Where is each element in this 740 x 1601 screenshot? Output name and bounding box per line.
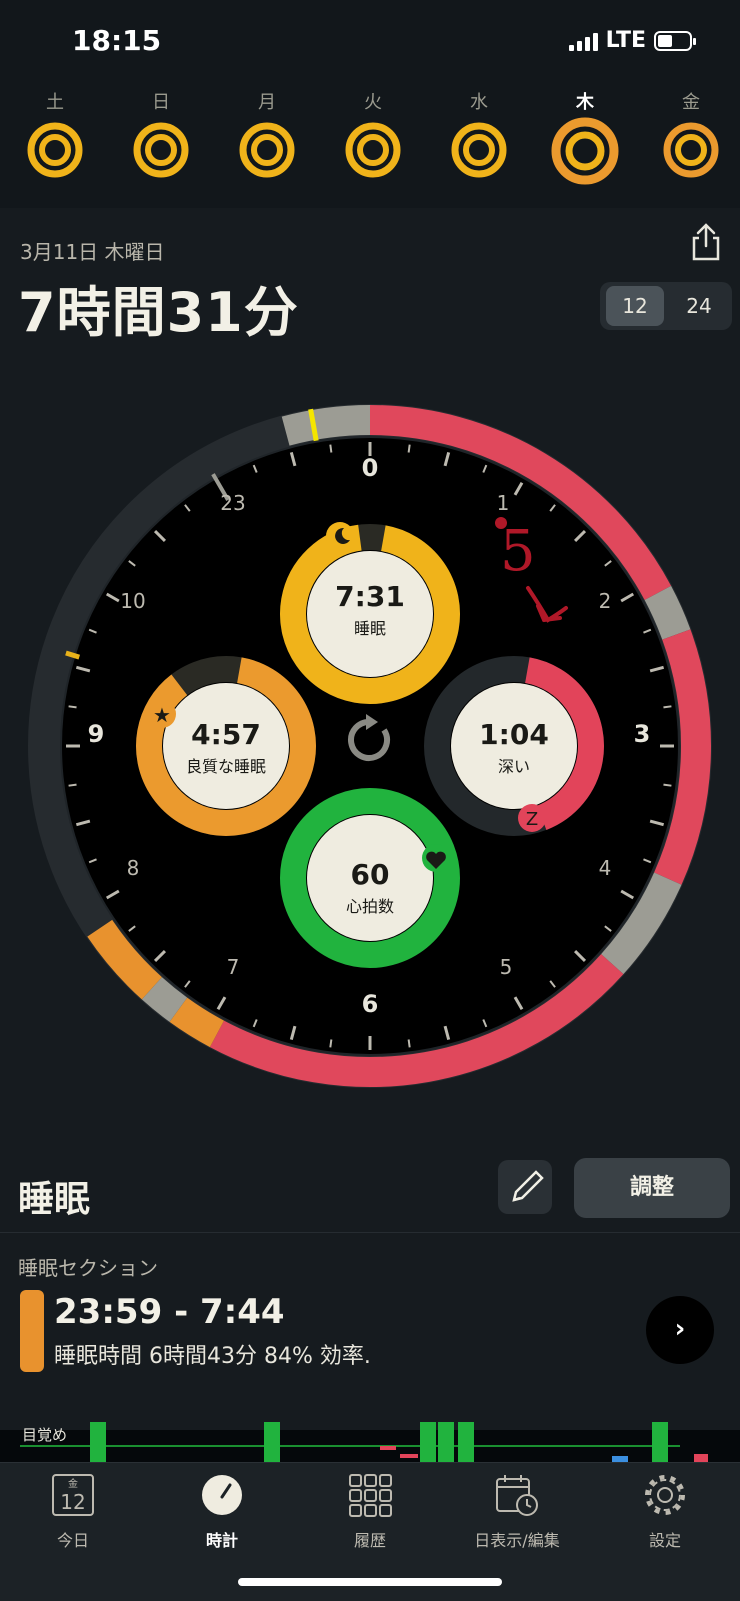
day-label: 火 bbox=[364, 92, 382, 113]
sleep-ring[interactable]: 7:31 睡眠 bbox=[310, 580, 430, 639]
day-label: 水 bbox=[470, 92, 488, 113]
heart-ring-label: 心拍数 bbox=[345, 897, 394, 916]
day-thu[interactable]: 木 bbox=[540, 90, 630, 188]
tab-label: 設定 bbox=[648, 1531, 681, 1550]
calendar-icon-weekday: 金 bbox=[68, 1477, 78, 1490]
tab-history[interactable]: 履歴 bbox=[305, 1473, 435, 1551]
hour-label: 8 bbox=[127, 856, 140, 880]
pencil-icon bbox=[512, 1170, 544, 1202]
tab-today[interactable]: 金 12 今日 bbox=[8, 1473, 138, 1551]
tab-label: 日表示/編集 bbox=[474, 1531, 560, 1550]
hour-label: 9 bbox=[88, 720, 105, 748]
heart-ring-value: 60 bbox=[350, 858, 390, 891]
hypnogram bbox=[20, 1422, 708, 1462]
day-label: 土 bbox=[46, 92, 64, 113]
grid-icon bbox=[349, 1474, 392, 1517]
battery-icon bbox=[654, 30, 696, 51]
day-fri[interactable]: 金 bbox=[646, 90, 736, 180]
hour-label: 5 bbox=[500, 955, 513, 979]
dial-tick bbox=[329, 1039, 333, 1048]
sleep-clock-dial: 0 1 2 3 4 5 6 7 8 9 10 23 ★ Z 5 bbox=[28, 404, 712, 1088]
day-rings-icon bbox=[239, 122, 295, 178]
status-bar: 18:15 LTE bbox=[0, 0, 740, 80]
sleep-section-label: 睡眠セクション bbox=[18, 1256, 158, 1280]
sleep-section-time-range: 23:59 - 7:44 bbox=[54, 1292, 285, 1332]
dial-tick bbox=[407, 444, 411, 453]
hour-label: 7 bbox=[227, 955, 240, 979]
quality-ring-label: 良質な睡眠 bbox=[185, 757, 266, 776]
tab-label: 履歴 bbox=[353, 1531, 386, 1550]
calendar-icon: 金 12 bbox=[52, 1474, 94, 1516]
day-rings-icon bbox=[663, 122, 719, 178]
edit-button[interactable] bbox=[498, 1160, 552, 1214]
sleep-section-summary: 睡眠時間 6時間43分 84% 効率. bbox=[54, 1344, 371, 1369]
home-indicator bbox=[238, 1578, 502, 1586]
hour-label: 10 bbox=[120, 589, 145, 613]
day-rings-icon bbox=[27, 122, 83, 178]
chevron-right-icon: › bbox=[674, 1314, 686, 1344]
tab-label: 時計 bbox=[205, 1531, 238, 1550]
sleep-ring-value: 7:31 bbox=[335, 580, 405, 613]
dial-tick bbox=[663, 705, 672, 709]
day-label: 木 bbox=[576, 92, 594, 113]
week-selector: 土 日 月 火 水 木 金 bbox=[0, 80, 740, 209]
z-icon: Z bbox=[526, 809, 538, 830]
day-rings-icon bbox=[551, 117, 619, 185]
day-rings-icon bbox=[133, 122, 189, 178]
date-label: 3月11日 木曜日 bbox=[20, 240, 165, 264]
day-label: 日 bbox=[152, 92, 170, 113]
dial-tick bbox=[407, 1039, 411, 1048]
dial-tick bbox=[663, 783, 672, 787]
toggle-24h[interactable]: 24 bbox=[670, 286, 728, 326]
day-sun[interactable]: 日 bbox=[116, 90, 206, 180]
hour-label: 1 bbox=[497, 491, 510, 515]
hour-label: 23 bbox=[220, 491, 245, 515]
hour-label: 2 bbox=[599, 589, 612, 613]
quality-ring[interactable]: 4:57 良質な睡眠 bbox=[166, 718, 286, 777]
tab-day-edit[interactable]: 日表示/編集 bbox=[452, 1473, 582, 1551]
day-mon[interactable]: 月 bbox=[222, 90, 312, 180]
day-rings-icon bbox=[451, 122, 507, 178]
share-icon[interactable] bbox=[688, 222, 724, 262]
day-rings-icon bbox=[345, 122, 401, 178]
quality-ring-value: 4:57 bbox=[191, 718, 261, 751]
hour-label: 6 bbox=[362, 990, 379, 1018]
toggle-12h[interactable]: 12 bbox=[606, 286, 664, 326]
hour-label: 0 bbox=[362, 454, 379, 482]
tab-settings[interactable]: 設定 bbox=[600, 1473, 730, 1551]
calendar-icon-date: 12 bbox=[60, 1490, 85, 1514]
tab-clock[interactable]: 時計 bbox=[157, 1473, 287, 1551]
hour-format-toggle: 12 24 bbox=[600, 282, 732, 330]
deep-ring-label: 深い bbox=[497, 757, 530, 776]
status-time: 18:15 bbox=[72, 24, 162, 57]
dial-tick bbox=[329, 444, 333, 453]
divider bbox=[0, 1232, 740, 1233]
day-label: 金 bbox=[682, 92, 700, 113]
dial-tick bbox=[68, 705, 77, 709]
handwritten-annotation: 5 bbox=[500, 519, 536, 584]
cellular-signal-icon bbox=[568, 31, 598, 51]
deep-ring[interactable]: 1:04 深い bbox=[454, 718, 574, 777]
heart-ring[interactable]: 60 心拍数 bbox=[310, 858, 430, 917]
section-title: 睡眠 bbox=[18, 1179, 91, 1220]
dial-tick bbox=[68, 783, 77, 787]
adjust-button[interactable]: 調整 bbox=[574, 1158, 730, 1218]
day-tue[interactable]: 火 bbox=[328, 90, 418, 180]
total-sleep-time: 7時間31分 bbox=[18, 281, 299, 344]
hour-label: 3 bbox=[634, 720, 651, 748]
calendar-clock-icon bbox=[496, 1475, 538, 1516]
hour-label: 4 bbox=[599, 856, 612, 880]
deep-ring-value: 1:04 bbox=[479, 718, 549, 751]
sleep-ring-label: 睡眠 bbox=[353, 619, 386, 638]
network-type: LTE bbox=[605, 28, 646, 53]
day-label: 月 bbox=[258, 92, 276, 113]
sleep-section-open-button[interactable]: › bbox=[646, 1296, 714, 1364]
tab-label: 今日 bbox=[56, 1531, 89, 1550]
clock-icon bbox=[202, 1475, 242, 1515]
day-sat[interactable]: 土 bbox=[10, 90, 100, 180]
day-wed[interactable]: 水 bbox=[434, 90, 524, 180]
sleep-section-color-bar bbox=[20, 1290, 44, 1372]
gear-icon bbox=[645, 1475, 685, 1515]
